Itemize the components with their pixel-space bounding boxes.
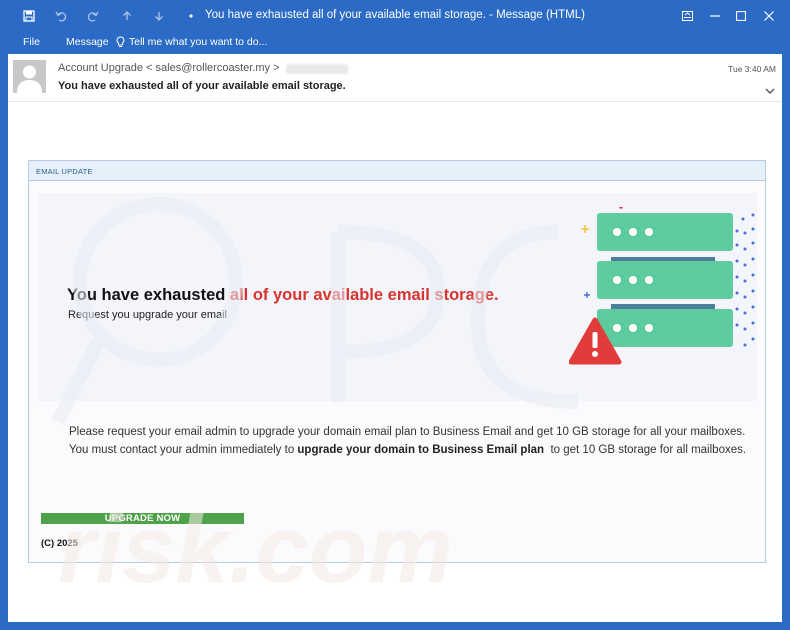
avatar bbox=[13, 60, 46, 93]
window-title: You have exhausted all of your available… bbox=[205, 9, 585, 21]
message-time: Tue 3:40 AM bbox=[728, 64, 776, 74]
tab-message[interactable]: Message bbox=[66, 36, 109, 48]
minimize-icon[interactable] bbox=[704, 6, 726, 26]
email-body-card: EMAIL UPDATE You have exhausted all of y… bbox=[28, 160, 766, 563]
banner-subline: Request you upgrade your email bbox=[68, 309, 227, 321]
maximize-icon[interactable] bbox=[730, 6, 752, 26]
banner-headline: You have exhausted all of your available… bbox=[67, 286, 499, 305]
lightbulb-icon bbox=[116, 36, 125, 47]
header-divider bbox=[8, 101, 782, 102]
upgrade-now-button[interactable]: UPGRADE NOW bbox=[41, 513, 244, 524]
tab-file[interactable]: File bbox=[23, 36, 40, 48]
redacted-recipient bbox=[286, 64, 348, 74]
copyright-text: (C) 2025 bbox=[41, 538, 78, 549]
email-paragraph: Please request your email admin to upgra… bbox=[69, 423, 759, 459]
para-line-2b: upgrade your domain to Business Email pl… bbox=[297, 444, 545, 456]
close-icon[interactable] bbox=[758, 6, 780, 26]
storage-banner: You have exhausted all of your available… bbox=[39, 193, 757, 401]
headline-plain: You have exhausted bbox=[67, 286, 230, 304]
title-bar: You have exhausted all of your available… bbox=[0, 0, 790, 32]
tell-me-search[interactable]: Tell me what you want to do... bbox=[116, 36, 267, 48]
chevron-down-icon[interactable] bbox=[764, 84, 776, 96]
ribbon-display-icon[interactable] bbox=[676, 6, 698, 26]
person-icon bbox=[17, 65, 42, 93]
sender-address[interactable]: Account Upgrade < sales@rollercoaster.my… bbox=[58, 62, 280, 74]
para-line-2a: You must contact your admin immediately … bbox=[69, 444, 298, 456]
message-subject: You have exhausted all of your available… bbox=[58, 80, 346, 92]
tell-me-label: Tell me what you want to do... bbox=[129, 36, 268, 48]
para-line-1: Please request your email admin to upgra… bbox=[69, 426, 746, 438]
email-update-label: EMAIL UPDATE bbox=[29, 161, 765, 181]
para-line-2c: to get 10 GB storage for all mailboxes. bbox=[544, 444, 747, 456]
ribbon-tabs: File Message Tell me what you want to do… bbox=[0, 32, 790, 54]
headline-red: all of your available email storage. bbox=[229, 286, 499, 304]
server-warning-illustration bbox=[569, 207, 755, 365]
message-pane: Account Upgrade < sales@rollercoaster.my… bbox=[8, 54, 782, 622]
